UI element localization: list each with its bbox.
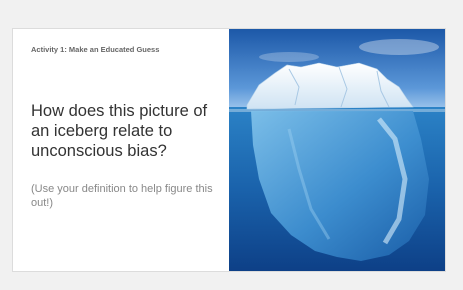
slide-text-panel: Activity 1: Make an Educated Guess How d… [13, 29, 229, 271]
slide-question: How does this picture of an iceberg rela… [31, 102, 208, 160]
slide: Activity 1: Make an Educated Guess How d… [12, 28, 446, 272]
slide-note: (Use your definition to help figure this… [31, 183, 213, 209]
activity-label: Activity 1: Make an Educated Guess [31, 45, 160, 54]
iceberg-illustration [229, 29, 445, 271]
iceberg-image [229, 29, 445, 271]
